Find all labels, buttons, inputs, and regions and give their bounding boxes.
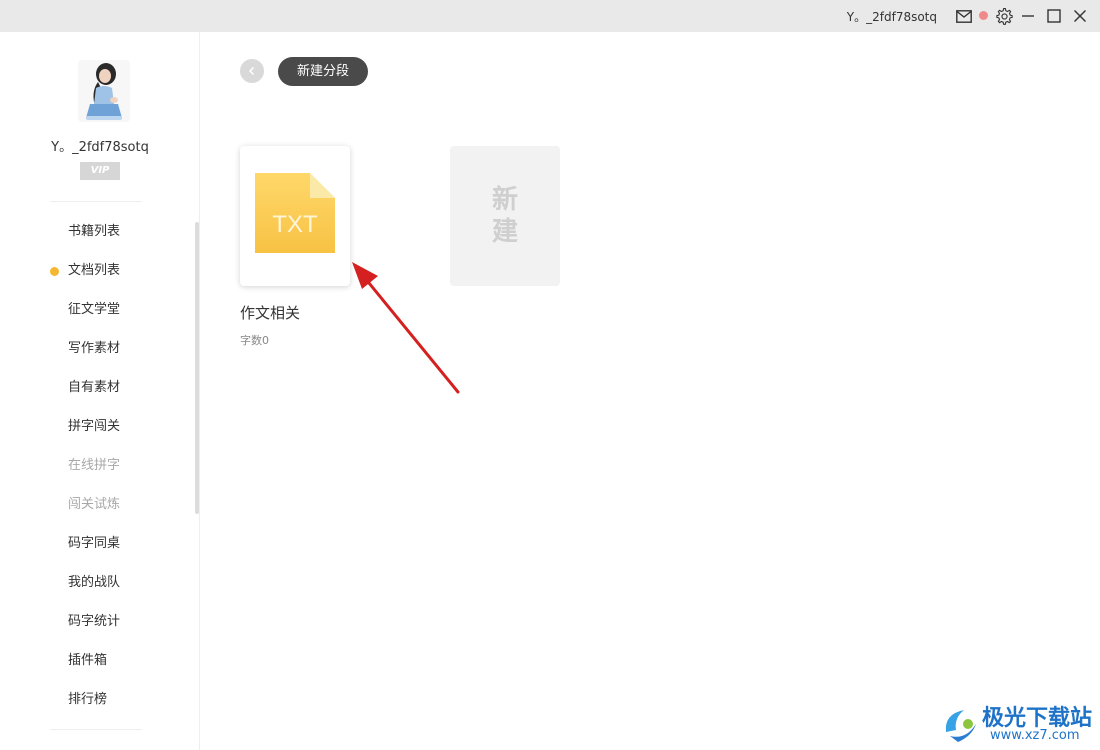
back-button[interactable] bbox=[240, 59, 264, 83]
sidebar-item-label: 征文学堂 bbox=[68, 302, 121, 317]
sidebar-item-label: 书籍列表 bbox=[68, 224, 121, 239]
sidebar-item-book-list[interactable]: 书籍列表 bbox=[0, 215, 195, 254]
new-card-label-line2: 建 bbox=[491, 217, 518, 247]
sidebar-item-label: 闯关试炼 bbox=[68, 497, 121, 512]
sidebar-item-label: 文档列表 bbox=[68, 263, 121, 278]
sidebar-item-typing-stats[interactable]: 码字统计 bbox=[0, 605, 195, 644]
watermark: 极光下载站 www.xz7.com bbox=[940, 698, 1100, 750]
sidebar-item-label: 码字统计 bbox=[68, 614, 121, 629]
notification-badge bbox=[979, 11, 988, 20]
sidebar-item-online-typing[interactable]: 在线拼字 bbox=[0, 449, 195, 488]
document-title[interactable]: 作文相关 bbox=[240, 302, 300, 323]
sidebar-divider bbox=[50, 729, 142, 730]
txt-file-icon: TXT bbox=[255, 173, 335, 253]
sidebar-item-challenge-trial[interactable]: 闯关试炼 bbox=[0, 488, 195, 527]
sidebar-item-document-list[interactable]: 文档列表 bbox=[0, 254, 195, 293]
sidebar-item-typing-deskmate[interactable]: 码字同桌 bbox=[0, 527, 195, 566]
sidebar-divider bbox=[50, 201, 142, 202]
document-word-count: 字数0 bbox=[240, 334, 269, 347]
new-card-label: 新 建 bbox=[450, 184, 560, 248]
document-card[interactable]: TXT bbox=[240, 146, 350, 286]
sidebar-item-label: 我的战队 bbox=[68, 575, 121, 590]
new-card-label-line1: 新 bbox=[491, 185, 518, 215]
new-segment-button[interactable]: 新建分段 bbox=[278, 57, 368, 86]
chevron-left-icon bbox=[248, 66, 255, 76]
titlebar-username[interactable]: Y。_2fdf78sotq bbox=[847, 8, 937, 25]
maximize-icon[interactable] bbox=[1044, 6, 1064, 26]
sidebar-item-own-material[interactable]: 自有素材 bbox=[0, 371, 195, 410]
sidebar-item-writing-material[interactable]: 写作素材 bbox=[0, 332, 195, 371]
sidebar-item-label: 拼字闯关 bbox=[68, 419, 121, 434]
profile-username: Y。_2fdf78sotq bbox=[51, 140, 149, 155]
sidebar-item-label: 排行榜 bbox=[68, 692, 108, 707]
watermark-logo-icon bbox=[945, 710, 976, 742]
sidebar-item-label: 自有素材 bbox=[68, 380, 121, 395]
sidebar-item-label: 插件箱 bbox=[68, 653, 108, 668]
sidebar-nav: 书籍列表 文档列表 征文学堂 写作素材 自有素材 拼字闯关 在线拼字 闯关试炼 … bbox=[0, 215, 195, 722]
gear-icon[interactable] bbox=[994, 6, 1014, 26]
sidebar-item-typing-challenge[interactable]: 拼字闯关 bbox=[0, 410, 195, 449]
svg-text:TXT: TXT bbox=[272, 211, 318, 238]
watermark-url: www.xz7.com bbox=[990, 728, 1080, 743]
title-bar: Y。_2fdf78sotq bbox=[0, 0, 1100, 32]
avatar[interactable] bbox=[78, 60, 130, 122]
close-icon[interactable] bbox=[1070, 6, 1090, 26]
sidebar-item-my-team[interactable]: 我的战队 bbox=[0, 566, 195, 605]
sidebar-item-essay-school[interactable]: 征文学堂 bbox=[0, 293, 195, 332]
sidebar-item-leaderboard[interactable]: 排行榜 bbox=[0, 683, 195, 722]
vip-badge: VIP bbox=[80, 162, 120, 180]
annotation-arrow-icon bbox=[352, 262, 460, 394]
minimize-icon[interactable] bbox=[1018, 6, 1038, 26]
sidebar-scrollbar[interactable] bbox=[195, 222, 199, 514]
sidebar-item-label: 码字同桌 bbox=[68, 536, 121, 551]
sidebar-item-label: 写作素材 bbox=[68, 341, 121, 356]
sidebar-item-label: 在线拼字 bbox=[68, 458, 121, 473]
sidebar-item-plugin-box[interactable]: 插件箱 bbox=[0, 644, 195, 683]
active-dot-icon bbox=[50, 267, 59, 276]
sidebar: Y。_2fdf78sotq VIP 书籍列表 文档列表 征文学堂 写作素材 自有… bbox=[0, 32, 200, 750]
mail-icon[interactable] bbox=[954, 6, 974, 26]
